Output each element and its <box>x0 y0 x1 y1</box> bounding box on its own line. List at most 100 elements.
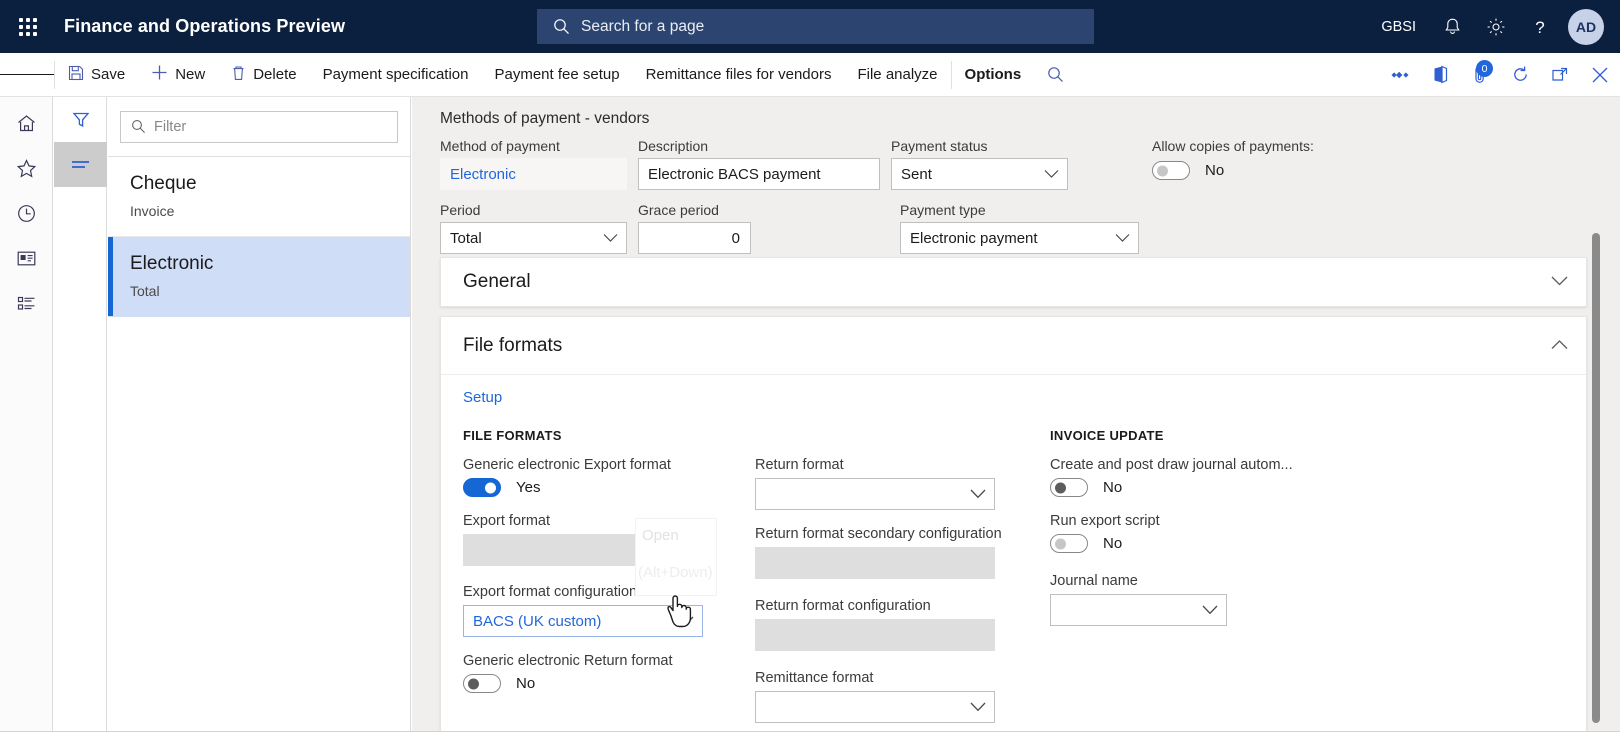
refresh-icon[interactable] <box>1500 53 1540 96</box>
recent-clock-icon[interactable] <box>0 191 53 236</box>
file-analyze-button[interactable]: File analyze <box>844 53 950 96</box>
generic-return-format-toggle[interactable] <box>463 674 501 693</box>
chevron-up-icon[interactable] <box>1551 337 1568 355</box>
search-icon <box>553 18 570 35</box>
chevron-down-icon[interactable] <box>970 702 986 712</box>
remittance-format-label: Remittance format <box>755 670 874 686</box>
generic-export-format-value: Yes <box>516 479 541 496</box>
dynamics-diamond-icon[interactable] <box>1380 53 1420 96</box>
popout-icon[interactable] <box>1540 53 1580 96</box>
company-selector[interactable]: GBSI <box>1367 19 1430 35</box>
attachment-count-badge: 0 <box>1476 60 1493 77</box>
fasttab-file-formats: File formats Setup FILE FORMATS Generic … <box>440 316 1587 732</box>
save-button[interactable]: Save <box>55 53 138 96</box>
payment-type-select[interactable]: Electronic payment <box>900 222 1139 254</box>
list-item[interactable]: Cheque Invoice <box>108 157 410 237</box>
method-of-payment-input[interactable]: Electronic <box>440 158 627 190</box>
new-button[interactable]: New <box>138 53 218 96</box>
create-and-post-draw-journal-value: No <box>1103 479 1123 496</box>
chevron-down-icon[interactable] <box>1202 605 1218 615</box>
options-button[interactable]: Options <box>952 53 1035 96</box>
avatar[interactable]: AD <box>1568 8 1604 45</box>
fasttab-file-formats-header[interactable]: File formats <box>441 317 1586 374</box>
office-app-icon[interactable] <box>1420 53 1460 96</box>
run-export-script-label: Run export script <box>1050 513 1160 529</box>
header-fields: Method of payment Electronic Description… <box>412 138 1620 254</box>
description-field: Description Electronic BACS payment <box>638 138 880 190</box>
chevron-down-icon <box>603 234 618 243</box>
list-lines-icon[interactable] <box>54 142 107 187</box>
return-format-field: Return format <box>755 457 1050 510</box>
file-formats-heading: FILE FORMATS <box>463 428 562 443</box>
fasttab-file-formats-body: Setup FILE FORMATS Generic electronic Ex… <box>441 374 1586 732</box>
export-format-configuration-select[interactable]: BACS (UK custom) <box>463 605 703 637</box>
global-search-input[interactable]: Search for a page <box>537 9 1094 44</box>
attachment-icon[interactable]: 0 <box>1460 53 1500 96</box>
list-item[interactable]: Electronic Total <box>108 237 410 317</box>
payment-fee-setup-button[interactable]: Payment fee setup <box>481 53 632 96</box>
create-and-post-draw-journal-toggle[interactable] <box>1050 478 1088 497</box>
list-item-title: Cheque <box>130 173 197 194</box>
description-input[interactable]: Electronic BACS payment <box>638 158 880 190</box>
main-vertical-scrollbar[interactable] <box>1592 233 1600 723</box>
top-navigation-bar: Finance and Operations Preview Search fo… <box>0 0 1620 53</box>
home-icon[interactable] <box>0 101 53 146</box>
search-icon <box>131 119 146 134</box>
period-value: Total <box>450 229 482 247</box>
close-icon[interactable] <box>1580 53 1620 96</box>
payment-specification-button[interactable]: Payment specification <box>310 53 482 96</box>
allow-copies-toggle[interactable] <box>1152 161 1190 180</box>
journal-name-label: Journal name <box>1050 573 1138 589</box>
remittance-format-select[interactable] <box>755 691 995 723</box>
chevron-down-icon <box>1044 170 1059 179</box>
plus-icon <box>151 64 168 85</box>
fasttab-container: General File formats Setup FILE FORMATS … <box>440 257 1587 732</box>
remittance-files-for-vendors-button[interactable]: Remittance files for vendors <box>633 53 845 96</box>
command-search-icon[interactable] <box>1034 53 1077 96</box>
chevron-down-icon[interactable] <box>1551 273 1568 291</box>
payment-type-field: Payment type Electronic payment <box>900 202 1139 254</box>
app-launcher-icon[interactable] <box>0 0 56 53</box>
workspaces-icon[interactable] <box>0 236 53 281</box>
filter-input[interactable]: Filter <box>120 110 398 143</box>
trash-icon <box>231 65 246 85</box>
fasttab-general-title: General <box>463 271 531 292</box>
setup-link[interactable]: Setup <box>463 389 502 406</box>
gear-icon[interactable] <box>1474 0 1518 53</box>
period-label: Period <box>440 202 481 218</box>
list-filter-rail <box>54 97 107 732</box>
navigation-rail <box>0 97 53 732</box>
return-format-configuration-input <box>755 619 995 651</box>
payment-status-select[interactable]: Sent <box>891 158 1068 190</box>
fasttab-file-formats-title: File formats <box>463 334 563 356</box>
generic-export-format-toggle-row: Yes <box>463 478 755 497</box>
command-bar-right-group: 0 <box>1380 53 1620 96</box>
question-icon[interactable]: ? <box>1518 0 1562 53</box>
list-item-title: Electronic <box>130 253 214 274</box>
delete-button[interactable]: Delete <box>218 53 309 96</box>
run-export-script-value: No <box>1103 535 1123 552</box>
period-select[interactable]: Total <box>440 222 627 254</box>
chevron-down-icon[interactable] <box>970 489 986 499</box>
modules-list-icon[interactable] <box>0 281 53 326</box>
allow-copies-value: No <box>1205 162 1225 179</box>
return-format-configuration-label: Return format configuration <box>755 598 931 614</box>
favorites-star-icon[interactable] <box>0 146 53 191</box>
generic-return-format-label: Generic electronic Return format <box>463 653 673 669</box>
file-formats-column: Return format Return format secondary co… <box>755 428 1050 723</box>
journal-name-select[interactable] <box>1050 594 1227 626</box>
grace-period-input[interactable]: 0 <box>638 222 751 254</box>
generic-export-format-toggle[interactable] <box>463 478 501 497</box>
bell-icon[interactable] <box>1430 0 1474 53</box>
return-format-select[interactable] <box>755 478 995 510</box>
filter-funnel-icon[interactable] <box>54 97 107 142</box>
delete-button-label: Delete <box>253 66 297 83</box>
period-field: Period Total <box>440 202 627 254</box>
allow-copies-field: Allow copies of payments: No <box>1152 138 1382 190</box>
hamburger-icon[interactable] <box>0 53 54 96</box>
payment-status-field: Payment status Sent <box>891 138 1068 190</box>
fasttab-general-header[interactable]: General <box>441 258 1586 306</box>
run-export-script-toggle[interactable] <box>1050 534 1088 553</box>
filter-field-wrapper: Filter <box>108 97 410 156</box>
chevron-down-icon[interactable] <box>678 616 694 626</box>
